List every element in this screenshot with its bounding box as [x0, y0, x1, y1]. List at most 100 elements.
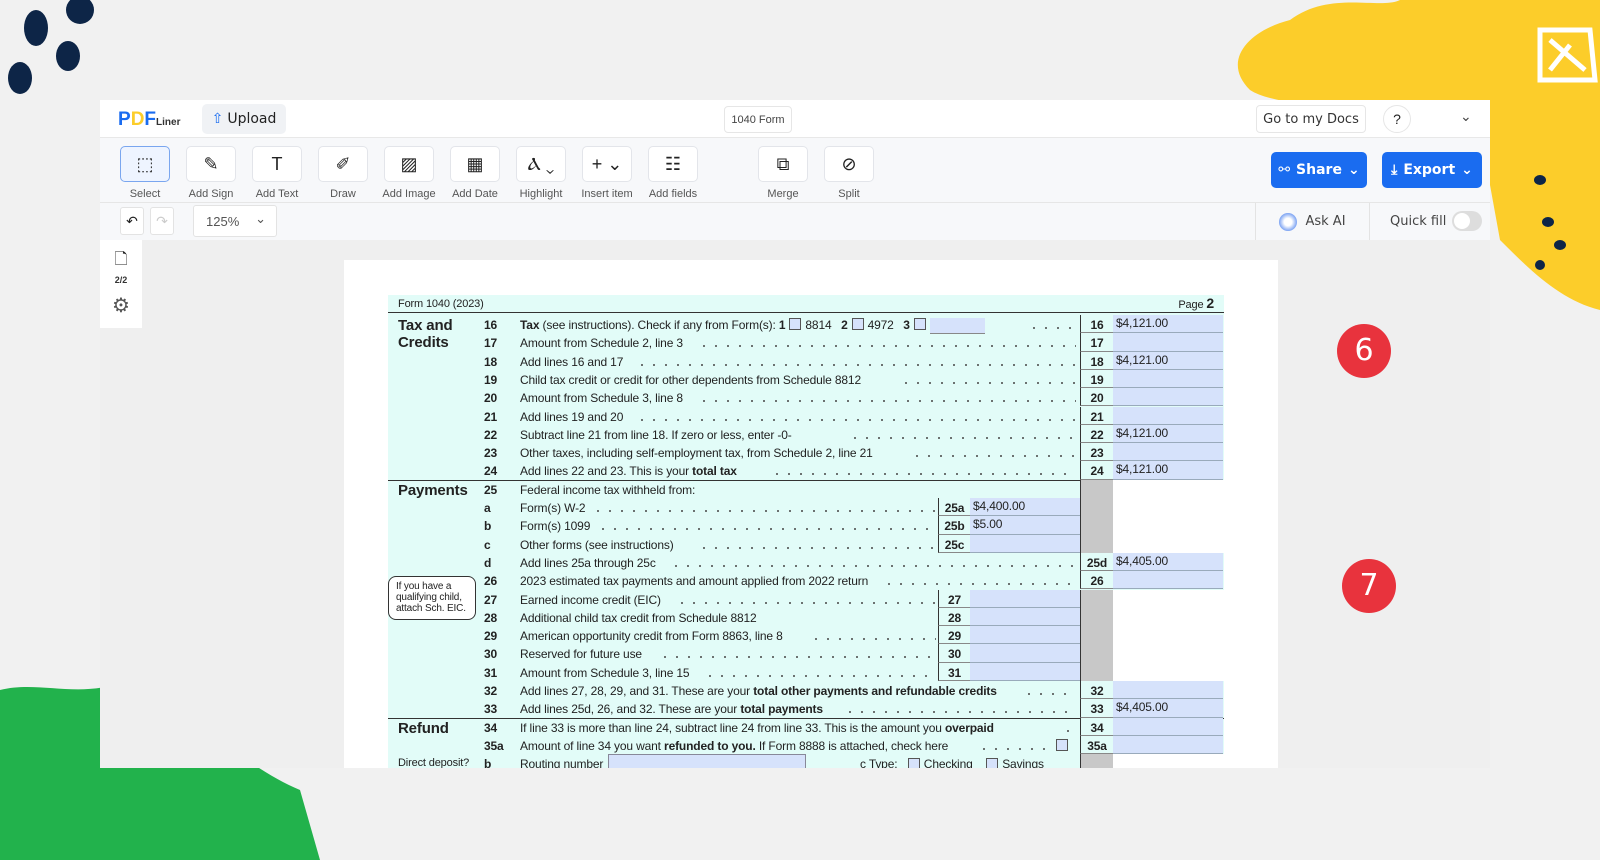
blank-cell: [1113, 607, 1224, 627]
shaded-cell: [1080, 516, 1113, 535]
tool-add-date-button[interactable]: ▦ Add Date: [450, 146, 500, 200]
go-to-my-docs-button[interactable]: Go to my Docs: [1256, 105, 1366, 133]
form-line-25: 25 Federal income tax withheld from:: [388, 479, 1224, 498]
line-number: a: [484, 501, 491, 515]
checking-checkbox[interactable]: [907, 758, 920, 768]
sub-amount-field[interactable]: [970, 626, 1080, 645]
line-text: Additional child tax credit from Schedul…: [520, 610, 757, 625]
sub-amount-field[interactable]: [970, 607, 1080, 627]
share-button[interactable]: ⚯ Share ⌄: [1271, 152, 1367, 188]
sub-amount-field[interactable]: [970, 589, 1080, 608]
secondary-toolbar: ↶ ↷ 125% ⌄ Ask AI Quick fill: [100, 203, 1490, 240]
tool-merge-button[interactable]: ⧉ Merge: [758, 146, 808, 200]
line-number: 20: [484, 391, 498, 406]
savings-checkbox[interactable]: [986, 758, 999, 768]
amount-field[interactable]: [1113, 443, 1223, 462]
line-text: Form(s) W-2: [520, 501, 586, 515]
amount-field[interactable]: [1113, 406, 1223, 425]
form-8888-checkbox[interactable]: [1056, 738, 1068, 751]
tool-add-fields-button[interactable]: ☷ Add fields: [648, 146, 698, 200]
amount-field[interactable]: [1113, 571, 1223, 590]
line-text: total payments: [740, 702, 823, 717]
amount-field[interactable]: $4,121.00: [1113, 424, 1223, 444]
undo-button[interactable]: ↶: [120, 207, 144, 235]
amount-field[interactable]: $4,121.00: [1113, 461, 1223, 480]
dot-leader: [899, 381, 1076, 384]
quick-fill-toggle[interactable]: [1452, 211, 1482, 231]
redo-button[interactable]: ↷: [150, 207, 174, 235]
amount-field[interactable]: [1113, 369, 1223, 389]
chevron-down-icon[interactable]: ⌄: [1460, 108, 1472, 125]
calendar-icon: ▦: [450, 146, 500, 182]
amount-field[interactable]: $4,121.00: [1113, 351, 1223, 370]
form-line-18: 18 Add lines 16 and 17 18 $4,121.00: [388, 351, 1224, 370]
line-box-number: 24: [1080, 461, 1113, 480]
line-number: b: [484, 519, 492, 534]
document-title[interactable]: 1040 Form: [724, 106, 792, 133]
settings-gear-icon[interactable]: ⚙: [100, 293, 142, 318]
checkbox-8814[interactable]: [789, 318, 802, 330]
form-line-22: 22 Subtract line 21 from line 18. If zero…: [388, 424, 1224, 444]
amount-field[interactable]: $4,405.00: [1113, 552, 1223, 572]
form-line-29: 29 American opportunity credit from Form …: [388, 626, 1224, 645]
amount-field[interactable]: [1113, 333, 1223, 352]
tool-insert-item-button[interactable]: + ⌄ Insert item: [581, 146, 633, 200]
line-text: total other payments and refundable cred…: [753, 684, 997, 698]
tool-add-sign-button[interactable]: ✎ Add Sign: [186, 146, 236, 200]
sub-amount-field[interactable]: $5.00: [970, 516, 1080, 535]
blank-cell: [1113, 498, 1224, 517]
upload-button[interactable]: ⇧ Upload: [202, 104, 286, 134]
shaded-cell: [1080, 662, 1113, 681]
amount-field[interactable]: [1113, 388, 1223, 407]
sub-amount-field[interactable]: [970, 534, 1080, 553]
line-text: Add lines 27, 28, 29, and 31. These are …: [520, 684, 754, 698]
amount-field[interactable]: $4,121.00: [1113, 315, 1223, 334]
sub-amount-field[interactable]: [970, 662, 1080, 681]
sub-amount-field[interactable]: $4,400.00: [970, 498, 1080, 517]
upload-icon: ⇧: [211, 111, 224, 127]
form-line-32: 32 Add lines 27, 28, 29, and 31. These ar…: [388, 681, 1224, 700]
line-number: 28: [484, 610, 498, 625]
callout-badge-7: 7: [1342, 559, 1396, 613]
amount-field[interactable]: [1113, 717, 1223, 736]
amount-field[interactable]: [1113, 681, 1223, 700]
other-form-field[interactable]: [929, 318, 985, 334]
ask-ai-button[interactable]: Ask AI: [1255, 203, 1370, 240]
chevron-down-icon: ⌄: [255, 211, 266, 226]
amount-field[interactable]: [1113, 735, 1223, 755]
form-line-16: 16 Tax (see instructions). Check if any f…: [388, 315, 1224, 334]
line-box-number: 32: [1080, 681, 1113, 700]
routing-number-field[interactable]: [608, 754, 806, 768]
export-button[interactable]: ⤓ Export ⌄: [1382, 152, 1482, 188]
left-sidebar: 🗋 2/2 ⚙: [100, 240, 142, 328]
dot-leader: [698, 546, 936, 549]
tool-split-button[interactable]: ⊘ Split: [824, 146, 874, 200]
tool-select-button[interactable]: ⬚ Select: [120, 146, 170, 200]
line-text: (see instructions). Check if any from Fo…: [539, 318, 776, 332]
checkbox-4972[interactable]: [851, 318, 864, 330]
dot-leader: [670, 564, 1076, 567]
tool-add-image-button[interactable]: ▨ Add Image: [382, 146, 436, 200]
line-box-number: 16: [1080, 315, 1113, 334]
dot-leader: [636, 363, 1076, 366]
pages-button[interactable]: 🗋 2/2: [100, 248, 142, 285]
line-box-number: 17: [1080, 333, 1113, 352]
zoom-select[interactable]: 125% ⌄: [193, 205, 277, 237]
amount-field[interactable]: $4,405.00: [1113, 699, 1223, 718]
pdfliner-logo[interactable]: PDFLiner: [118, 109, 180, 131]
line-text: overpaid: [944, 720, 994, 735]
tool-draw-button[interactable]: ✐ Draw: [318, 146, 368, 200]
tool-highlight-button[interactable]: Ⲁ ⌄ Highlight: [516, 146, 566, 200]
plus-icon: + ⌄: [582, 146, 632, 182]
tool-add-text-button[interactable]: T Add Text: [252, 146, 302, 200]
help-button[interactable]: ?: [1383, 105, 1411, 133]
dot-leader: [675, 601, 936, 604]
sub-amount-field[interactable]: [970, 644, 1080, 663]
pdf-page: Form 1040 (2023) Page 2 Tax and Credits …: [344, 260, 1278, 768]
form-line-17: 17 Amount from Schedule 2, line 3 17: [388, 333, 1224, 352]
line-text: Amount from Schedule 2, line 3: [520, 336, 683, 351]
line-box-number: 26: [1080, 571, 1113, 590]
line-number: 30: [484, 647, 498, 662]
checkbox-other[interactable]: [913, 318, 926, 330]
sub-line-number: 25c: [938, 534, 970, 553]
